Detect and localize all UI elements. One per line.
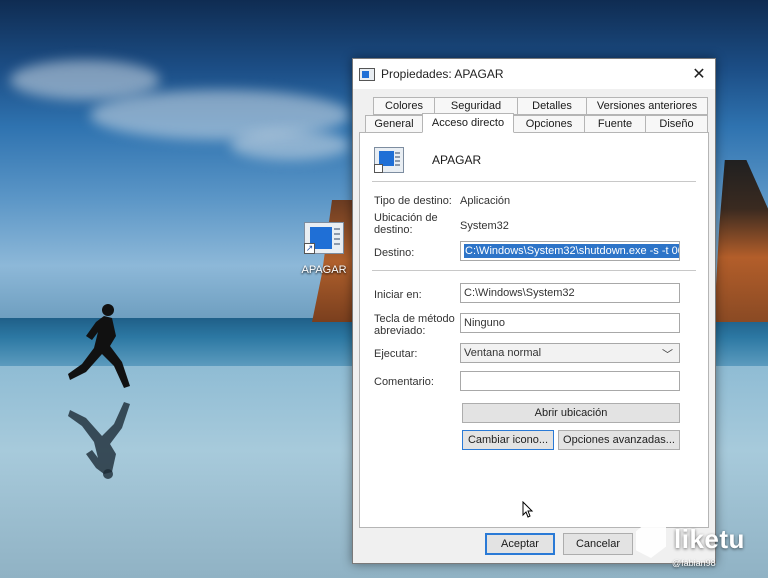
- open-location-button[interactable]: Abrir ubicación: [462, 403, 680, 423]
- tab-detalles[interactable]: Detalles: [517, 97, 587, 115]
- comment-label: Comentario:: [374, 376, 434, 388]
- tab-diseno[interactable]: Diseño: [645, 115, 708, 133]
- divider: [372, 270, 696, 271]
- dialog-title: Propiedades: APAGAR: [381, 67, 504, 81]
- target-value: C:\Windows\System32\shutdown.exe -s -t 0…: [464, 244, 679, 258]
- shortcut-arrow-icon: ↗: [304, 243, 315, 254]
- desktop-shortcut-apagar[interactable]: ↗ APAGAR: [296, 222, 352, 284]
- start-in-label: Iniciar en:: [374, 289, 422, 301]
- change-icon-button[interactable]: Cambiar icono...: [462, 430, 554, 450]
- runner-reflection: [68, 402, 130, 479]
- tab-opciones[interactable]: Opciones: [513, 115, 585, 133]
- mouse-pointer-icon: [522, 501, 534, 518]
- liketu-logo-icon: [636, 520, 666, 558]
- tab-acceso-directo[interactable]: Acceso directo: [422, 113, 514, 133]
- shortcut-icon: [359, 67, 375, 81]
- tab-strip: Colores Seguridad Detalles Versiones ant…: [359, 95, 709, 133]
- close-icon: ✕: [692, 66, 706, 83]
- watermark-brand: liketu: [674, 524, 745, 554]
- start-in-field[interactable]: C:\Windows\System32: [460, 283, 680, 303]
- target-type-label: Tipo de destino:: [374, 195, 452, 207]
- shortcut-icon: ↗: [304, 222, 344, 254]
- cloud: [230, 130, 350, 160]
- cloud: [10, 60, 160, 100]
- target-label: Destino:: [374, 247, 415, 259]
- ok-button[interactable]: Aceptar: [485, 533, 555, 555]
- shortcut-name: APAGAR: [432, 153, 482, 167]
- target-location-label-2: destino:: [374, 224, 413, 236]
- divider: [372, 181, 696, 182]
- hotkey-field[interactable]: Ninguno: [460, 313, 680, 333]
- tab-versiones-anteriores[interactable]: Versiones anteriores: [586, 97, 708, 115]
- advanced-options-button[interactable]: Opciones avanzadas...: [558, 430, 680, 450]
- shortcut-arrow-icon: [374, 164, 383, 173]
- run-select[interactable]: Ventana normal ﹀: [460, 343, 680, 363]
- cancel-button[interactable]: Cancelar: [563, 533, 633, 555]
- properties-dialog: Propiedades: APAGAR ✕ Colores Seguridad …: [352, 58, 716, 564]
- target-location-label-1: Ubicación de: [374, 212, 438, 224]
- comment-field[interactable]: [460, 371, 680, 391]
- hotkey-label-2: abreviado:: [374, 325, 426, 337]
- title-bar[interactable]: Propiedades: APAGAR ✕: [353, 59, 715, 89]
- liketu-watermark: liketu @fabian98: [636, 518, 768, 570]
- desktop-shortcut-label: APAGAR: [301, 264, 347, 276]
- target-location-value: System32: [460, 220, 509, 232]
- runner-silhouette: [68, 304, 130, 388]
- shortcut-icon: [374, 147, 404, 173]
- watermark-user: @fabian98: [672, 558, 716, 568]
- target-type-value: Aplicación: [460, 195, 511, 207]
- shortcut-tab-panel: APAGAR Tipo de destino: Aplicación Ubica…: [359, 132, 709, 528]
- run-label: Ejecutar:: [374, 348, 418, 360]
- close-button[interactable]: ✕: [683, 59, 715, 89]
- target-field[interactable]: C:\Windows\System32\shutdown.exe -s -t 0…: [460, 241, 680, 261]
- tab-fuente[interactable]: Fuente: [584, 115, 646, 133]
- tab-general[interactable]: General: [365, 115, 423, 133]
- rock-formation: [714, 160, 768, 322]
- chevron-down-icon: ﹀: [662, 349, 673, 361]
- run-value: Ventana normal: [464, 347, 542, 359]
- hotkey-label-1: Tecla de método: [374, 313, 455, 325]
